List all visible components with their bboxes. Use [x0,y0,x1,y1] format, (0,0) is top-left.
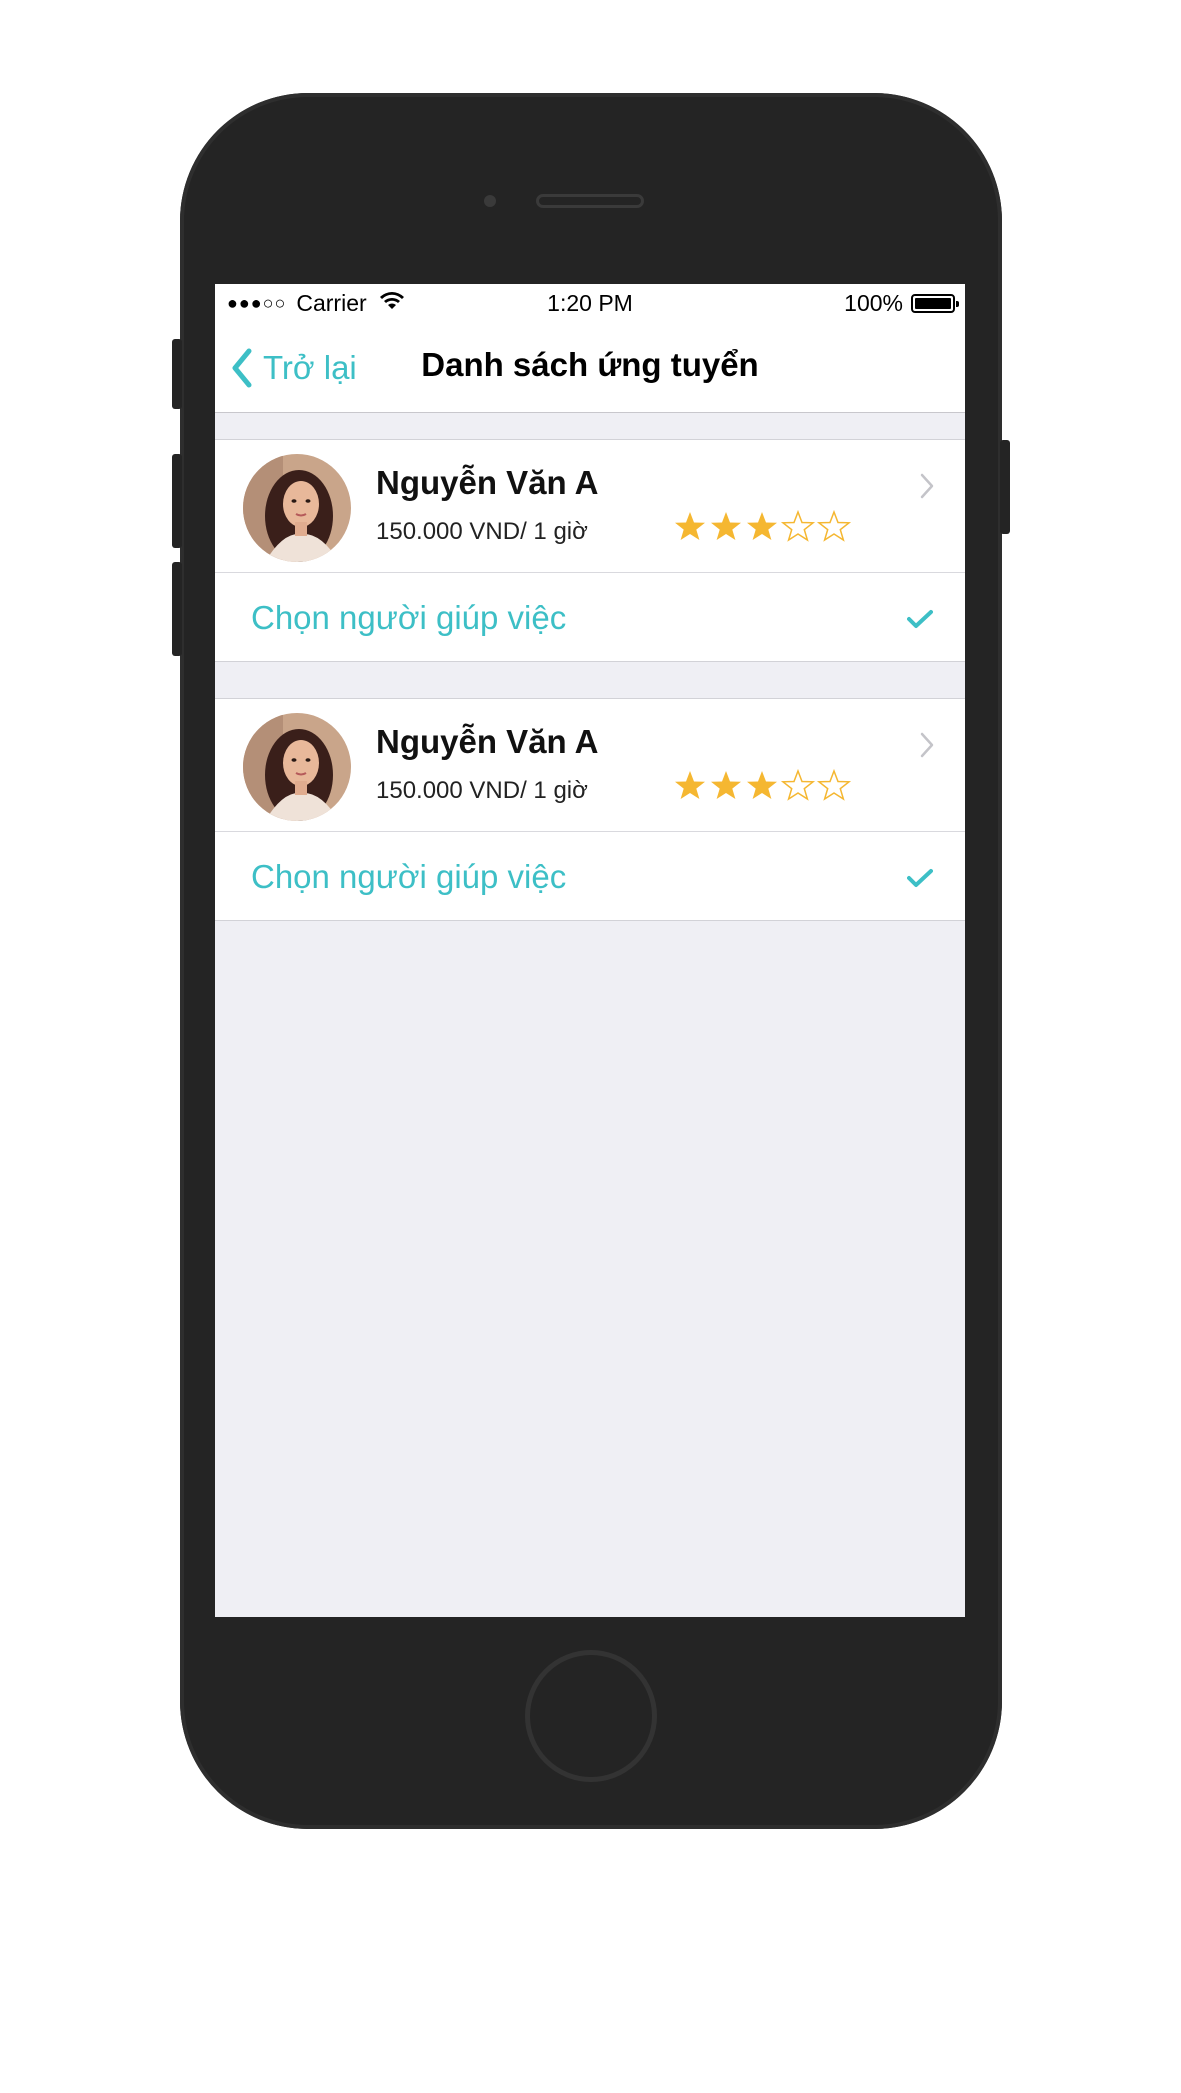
star-filled-icon [675,512,705,540]
power-button [1000,440,1010,534]
star-empty-icon [780,768,816,801]
star-filled-icon [711,771,741,799]
select-helper-button[interactable]: Chọn người giúp việc [215,573,965,661]
mute-switch [172,339,182,409]
select-helper-button[interactable]: Chọn người giúp việc [215,832,965,920]
checkmark-icon [907,869,933,887]
applicant-card: Nguyễn Văn A 150.000 VND/ 1 giờ Chọn ngư… [215,698,965,921]
rating-stars [672,767,852,803]
applicant-price: 150.000 VND/ 1 giờ [376,518,588,545]
applicant-info-row[interactable]: Nguyễn Văn A 150.000 VND/ 1 giờ [215,440,965,573]
applicant-info-row[interactable]: Nguyễn Văn A 150.000 VND/ 1 giờ [215,699,965,832]
star-empty-icon [816,768,852,801]
applicant-name: Nguyễn Văn A [376,723,599,760]
battery-icon [911,294,959,313]
star-empty-icon [816,509,852,542]
star-filled-icon [747,512,777,540]
screen: ●●●○○ Carrier 1:20 PM 100% Trở lại Danh … [215,284,965,1617]
checkmark-icon [907,610,933,628]
home-button[interactable] [525,1650,657,1782]
page-title: Danh sách ứng tuyển [421,346,759,383]
applicant-card: Nguyễn Văn A 150.000 VND/ 1 giờ Chọn ngư… [215,439,965,662]
applicant-price: 150.000 VND/ 1 giờ [376,777,588,804]
applicant-name: Nguyễn Văn A [376,464,599,501]
avatar [243,454,351,562]
select-helper-label: Chọn người giúp việc [251,858,567,895]
navigation-bar: Trở lại Danh sách ứng tuyển [215,324,965,413]
select-helper-label: Chọn người giúp việc [251,599,567,636]
avatar [243,713,351,821]
volume-down-button [172,562,182,656]
chevron-right-icon [920,473,934,499]
rating-stars [672,508,852,544]
status-right: 100% [844,290,959,317]
star-filled-icon [711,512,741,540]
star-empty-icon [780,509,816,542]
status-bar: ●●●○○ Carrier 1:20 PM 100% [215,284,965,324]
star-filled-icon [747,771,777,799]
chevron-right-icon [920,732,934,758]
star-filled-icon [675,771,705,799]
earpiece-speaker [536,194,644,208]
front-camera [484,195,496,207]
battery-percentage: 100% [844,290,903,316]
volume-up-button [172,454,182,548]
